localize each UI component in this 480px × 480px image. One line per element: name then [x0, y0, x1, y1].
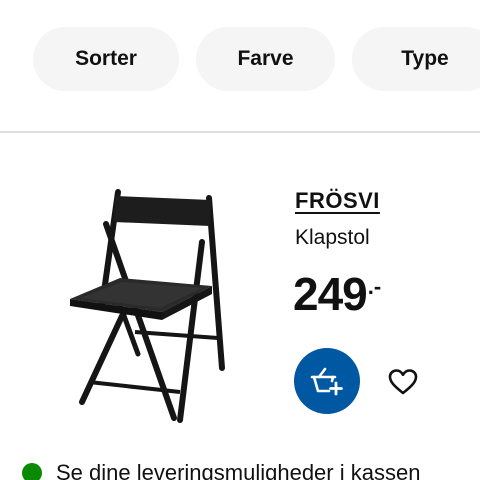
status-dot — [22, 463, 42, 480]
price-integer: 249 — [293, 268, 368, 320]
filter-bar: Sorter Farve Type — [0, 0, 480, 132]
product-name-link[interactable]: FRÖSVI — [295, 188, 380, 214]
sort-filter-label: Sorter — [75, 47, 137, 70]
delivery-info-text: Se dine leveringsmuligheder i kassen — [56, 460, 421, 480]
product-price: 249 .- — [293, 266, 381, 322]
add-to-cart-button[interactable] — [294, 348, 360, 414]
delivery-info: Se dine leveringsmuligheder i kassen — [22, 458, 420, 480]
folding-chair-image — [70, 189, 225, 423]
product-image[interactable] — [62, 186, 232, 426]
color-filter-button[interactable]: Farve — [196, 27, 335, 91]
shopping-basket-plus-icon — [310, 367, 343, 396]
divider — [0, 131, 480, 133]
favourite-button[interactable] — [383, 362, 423, 402]
product-description: Klapstol — [295, 226, 370, 249]
product-listing-page: Sorter Farve Type FRÖSVI Klapstol 249 .-… — [0, 0, 480, 480]
color-filter-label: Farve — [237, 47, 294, 70]
heart-outline-icon — [388, 369, 418, 395]
type-filter-label: Type — [401, 47, 449, 70]
sort-filter-button[interactable]: Sorter — [33, 27, 179, 91]
type-filter-button[interactable]: Type — [352, 27, 480, 91]
price-suffix: .- — [367, 274, 382, 299]
